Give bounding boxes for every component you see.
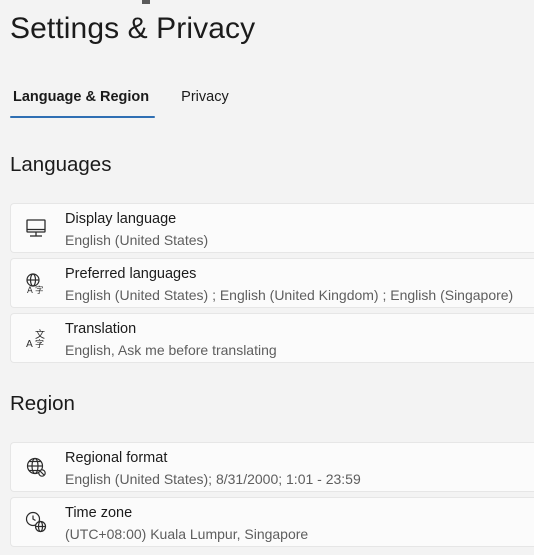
setting-title: Preferred languages: [65, 266, 197, 282]
tab-privacy[interactable]: Privacy: [178, 86, 232, 120]
page-title: Settings & Privacy: [10, 12, 256, 45]
svg-text:字: 字: [35, 338, 44, 350]
setting-title: Translation: [65, 321, 137, 337]
setting-title: Display language: [65, 211, 177, 227]
preferred-languages-setting[interactable]: 字 A Preferred languages English (United …: [10, 258, 534, 308]
setting-title: Time zone: [65, 505, 133, 521]
tab-language-region[interactable]: Language & Region: [10, 86, 156, 120]
clock-globe-icon: [24, 510, 48, 534]
tab-bar: Language & Region Privacy: [10, 86, 232, 120]
setting-value: English, Ask me before translating: [65, 342, 277, 358]
display-language-setting[interactable]: Display language English (United States): [10, 203, 534, 253]
setting-value: English (United States) ; English (Unite…: [65, 287, 514, 303]
language-globe-icon: 字 A: [24, 271, 48, 295]
translation-setting[interactable]: 文 A 字 Translation English, Ask me before…: [10, 313, 534, 363]
regional-format-setting[interactable]: Regional format English (United States);…: [10, 442, 534, 492]
setting-title: Regional format: [65, 450, 168, 466]
region-section-heading: Region: [10, 392, 75, 415]
setting-value: English (United States); 8/31/2000; 1:01…: [65, 471, 361, 487]
svg-text:字: 字: [35, 285, 44, 295]
translate-icon: 文 A 字: [24, 326, 48, 350]
monitor-icon: [24, 216, 48, 240]
setting-value: English (United States): [65, 232, 209, 248]
time-zone-setting[interactable]: Time zone (UTC+08:00) Kuala Lumpur, Sing…: [10, 497, 534, 547]
globe-format-icon: [24, 455, 48, 479]
scroll-indicator: [142, 0, 150, 4]
svg-text:A: A: [27, 286, 33, 295]
setting-value: (UTC+08:00) Kuala Lumpur, Singapore: [65, 526, 309, 542]
languages-section-heading: Languages: [10, 153, 112, 176]
svg-text:A: A: [26, 339, 33, 350]
